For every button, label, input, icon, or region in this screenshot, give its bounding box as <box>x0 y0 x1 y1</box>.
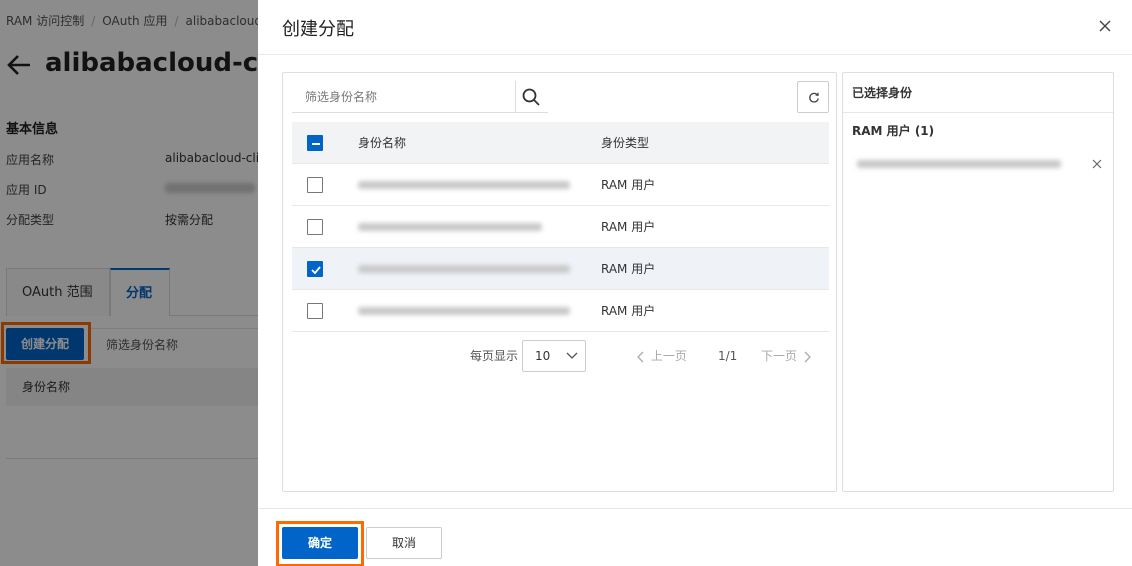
per-page-label: 每页显示 <box>470 349 519 363</box>
identity-name-redacted <box>358 223 542 231</box>
identity-type: RAM 用户 <box>601 220 656 234</box>
row-checkbox[interactable] <box>307 261 323 277</box>
chevron-left-icon <box>637 351 644 362</box>
identity-name-redacted <box>358 307 570 315</box>
column-header-name: 身份名称 <box>358 136 407 150</box>
search-icon[interactable] <box>520 86 542 108</box>
pagination: 每页显示 10 上一页 1/1 下一页 <box>283 340 838 372</box>
close-icon[interactable] <box>1096 17 1114 35</box>
drawer-title: 创建分配 <box>282 19 354 40</box>
drawer-header: 创建分配 <box>258 0 1132 55</box>
select-all-checkbox[interactable] <box>307 135 323 151</box>
divider <box>515 81 516 113</box>
search-box <box>292 81 548 113</box>
table-row[interactable]: RAM 用户 <box>292 248 829 290</box>
selected-identity-redacted <box>857 160 1061 168</box>
prev-page-button[interactable]: 上一页 <box>635 340 687 372</box>
row-checkbox[interactable] <box>307 303 323 319</box>
chevron-right-icon <box>804 351 811 362</box>
identity-type: RAM 用户 <box>601 178 656 192</box>
identity-list-panel: 身份名称 身份类型 RAM 用户 RAM 用户 RAM 用户 <box>282 72 837 492</box>
prev-page-label: 上一页 <box>650 349 687 363</box>
per-page-value: 10 <box>535 349 551 363</box>
search-input[interactable] <box>292 81 515 113</box>
remove-icon[interactable] <box>1090 157 1104 171</box>
confirm-button[interactable]: 确定 <box>282 527 358 559</box>
table-row[interactable]: RAM 用户 <box>292 290 829 332</box>
per-page-select[interactable]: 10 <box>522 340 586 372</box>
refresh-button[interactable] <box>797 81 829 113</box>
table-row[interactable]: RAM 用户 <box>292 206 829 248</box>
next-page-button[interactable]: 下一页 <box>761 340 813 372</box>
row-checkbox[interactable] <box>307 177 323 193</box>
create-assignment-drawer: 创建分配 身份名称 身份类型 <box>258 0 1132 566</box>
refresh-icon <box>809 92 819 103</box>
row-checkbox[interactable] <box>307 219 323 235</box>
drawer-footer: 确定 取消 <box>258 508 1132 566</box>
selected-identities-panel: 已选择身份 RAM 用户 (1) <box>842 72 1114 492</box>
table-header-row: 身份名称 身份类型 <box>292 122 829 164</box>
identity-name-redacted <box>358 181 570 189</box>
column-header-type: 身份类型 <box>601 136 650 150</box>
identity-name-redacted <box>358 265 570 273</box>
chevron-down-icon <box>566 352 578 359</box>
identity-type: RAM 用户 <box>601 304 656 318</box>
page-indicator: 1/1 <box>718 349 738 363</box>
identity-table: 身份名称 身份类型 RAM 用户 RAM 用户 RAM 用户 RAM 用户 <box>292 122 829 332</box>
cancel-button[interactable]: 取消 <box>366 527 442 559</box>
selected-panel-title: 已选择身份 <box>843 73 1113 113</box>
selected-group-label: RAM 用户 (1) <box>852 124 935 138</box>
identity-type: RAM 用户 <box>601 262 656 276</box>
next-page-label: 下一页 <box>761 349 798 363</box>
table-row[interactable]: RAM 用户 <box>292 164 829 206</box>
